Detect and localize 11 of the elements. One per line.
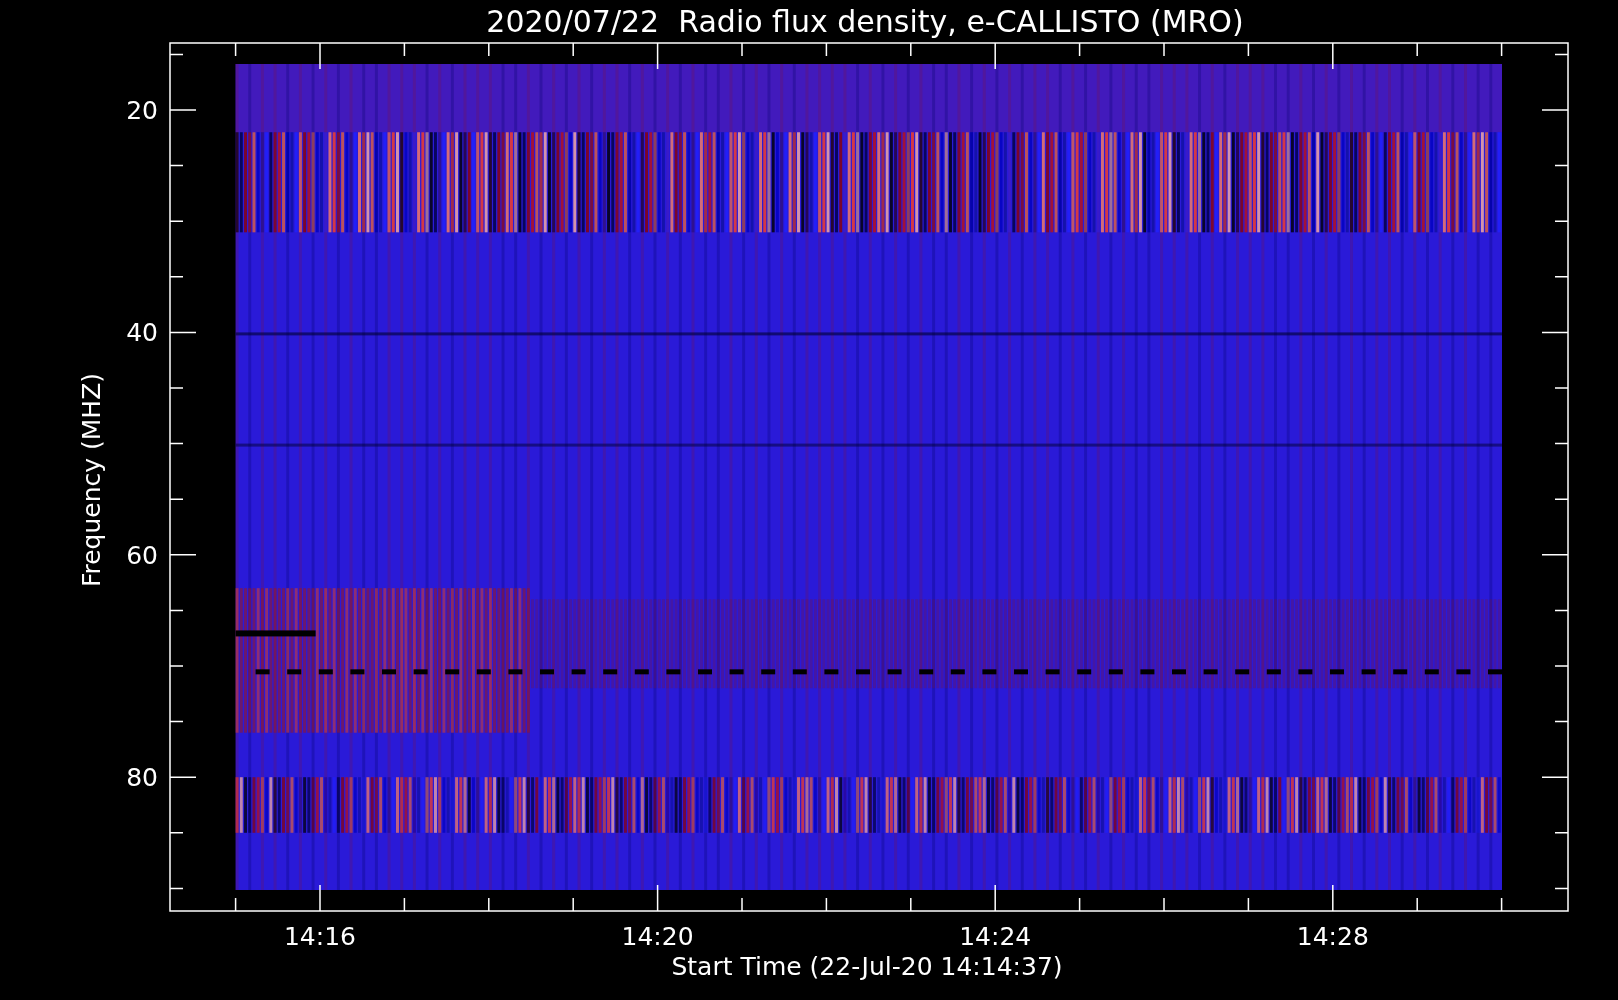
y-axis-label: Frequency (MHZ) (77, 372, 106, 588)
y-tick-label: 80 (126, 763, 158, 793)
x-tick-label: 14:28 (1296, 922, 1369, 951)
x-axis-label: Start Time (22-Jul-20 14:14:37) (671, 952, 1063, 981)
x-tick-label: 14:16 (284, 922, 356, 951)
y-tick-label: 20 (126, 96, 158, 125)
y-tick-label: 60 (126, 540, 158, 570)
chart-title: 2020/07/22 Radio flux density, e-CALLISTO (MRO) (486, 4, 1244, 39)
y-tick-label: 40 (126, 318, 158, 348)
x-tick-label: 14:24 (959, 922, 1032, 951)
x-tick-label: 14:20 (621, 922, 694, 951)
